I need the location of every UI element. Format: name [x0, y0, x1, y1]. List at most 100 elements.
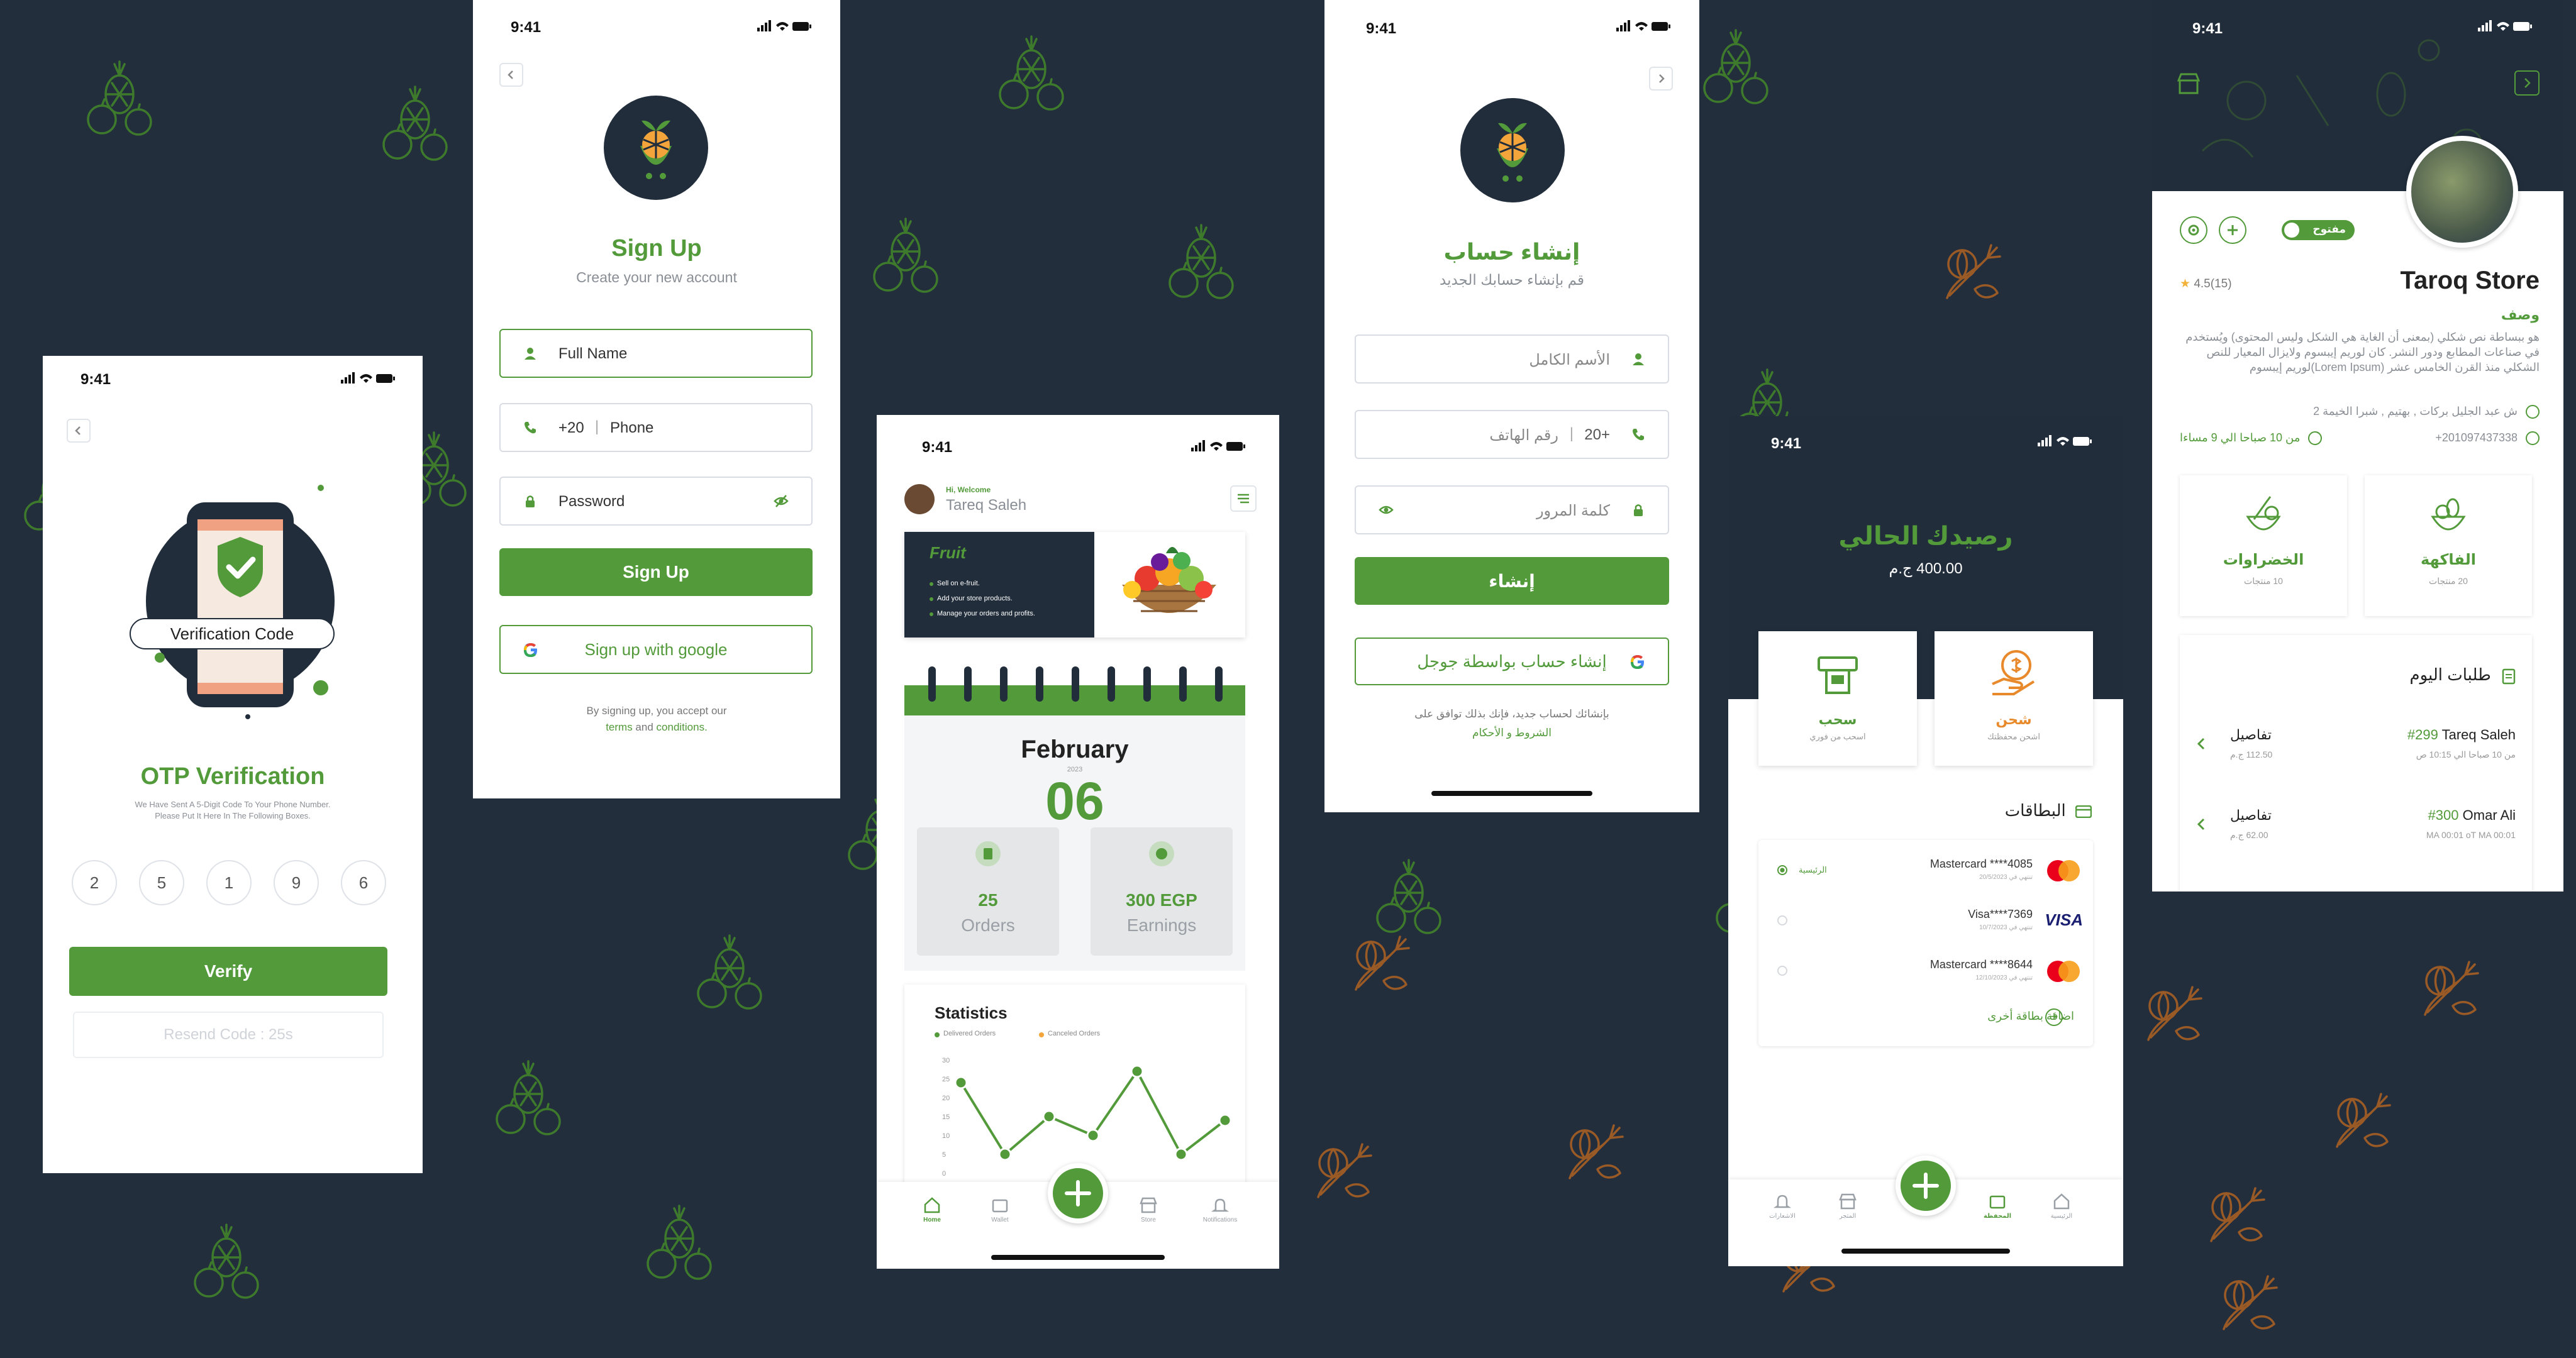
nav-home[interactable]: الرئيسية	[2036, 1192, 2087, 1220]
data-point[interactable]	[1130, 1064, 1144, 1078]
country-code[interactable]: +20	[1584, 426, 1610, 444]
data-point[interactable]	[1218, 1113, 1232, 1127]
menu-button[interactable]	[1230, 485, 1257, 512]
data-point[interactable]	[1086, 1129, 1100, 1142]
wallet-icon	[992, 1199, 1008, 1213]
data-point[interactable]	[1174, 1147, 1188, 1161]
promo-banner[interactable]: Fruit Sell on e-fruit. Add your store pr…	[904, 532, 1245, 638]
card-row[interactable]: VISA Visa****7369 تنتهي في 10/7/2023	[1758, 897, 2093, 944]
signal-wifi-battery-icon	[757, 20, 811, 31]
nav-notifications[interactable]: الاشعارات	[1757, 1192, 1807, 1220]
otp-digit-box[interactable]: 2	[72, 860, 117, 905]
verify-button[interactable]: Verify	[69, 947, 387, 996]
full-name-field[interactable]: الأسم الكامل	[1355, 334, 1669, 384]
data-point[interactable]	[954, 1076, 968, 1090]
signal-wifi-battery-icon	[341, 372, 395, 384]
add-card-plus-icon[interactable]: +	[2045, 1008, 2063, 1026]
order-details-link[interactable]: تفاصيل	[2230, 807, 2272, 824]
store-screen: 9:41 مفتوح Taroq Store ★ 4.5(15) وصف هو …	[2152, 0, 2563, 892]
otp-subtitle-line-1: We Have Sent A 5-Digit Code To Your Phon…	[135, 800, 331, 809]
nav-notifications[interactable]: Notifications	[1189, 1196, 1252, 1223]
eye-icon[interactable]	[1379, 503, 1394, 517]
card-radio[interactable]	[1777, 966, 1787, 976]
otp-digit-box[interactable]: 5	[139, 860, 184, 905]
country-code[interactable]: +20	[558, 419, 584, 437]
nav-store[interactable]: المتجر	[1823, 1192, 1873, 1220]
forward-button[interactable]	[2514, 70, 2540, 96]
data-point[interactable]	[1042, 1110, 1056, 1123]
nav-home-label: Home	[923, 1217, 941, 1223]
charge-card[interactable]: شحن اشحن محفظتك	[1935, 631, 2093, 766]
phone-field[interactable]: +20 | Phone	[499, 403, 813, 452]
add-fab[interactable]	[1048, 1163, 1108, 1223]
store-avatar[interactable]	[2406, 136, 2518, 248]
password-field[interactable]: Password	[499, 477, 813, 526]
status-bar: 9:41	[1728, 416, 2123, 460]
card-row[interactable]: Mastercard ****8644 تنتهي في 12/10/2023	[1758, 947, 2093, 995]
open-toggle[interactable]: مفتوح	[2282, 220, 2355, 240]
back-button[interactable]	[499, 63, 523, 87]
terms-ar-link[interactable]: الشروط و الأحكام	[1324, 727, 1699, 739]
store-icon[interactable]	[2176, 70, 2201, 96]
data-point[interactable]	[998, 1147, 1012, 1161]
chevron-left-icon[interactable]	[2192, 815, 2211, 834]
today-orders-card: طلبات اليوم #299 Tareq Saleh من 10 صباحا…	[2180, 635, 2532, 892]
calendar-ring	[1000, 666, 1008, 702]
google-signup-ar-button[interactable]: إنشاء حساب بواسطة جوجل	[1355, 638, 1669, 685]
promo-brand: Fruit	[930, 543, 966, 562]
category-card[interactable]: الخضراوات 10 منتجات	[2180, 475, 2347, 616]
mastercard-logo	[2047, 860, 2080, 881]
card-expiry: تنتهي في 10/7/2023	[1979, 924, 2033, 931]
calendar-card: February 2023 06 25 Orders 300 EGP Earni…	[904, 666, 1245, 971]
nav-store[interactable]: Store	[1123, 1196, 1174, 1223]
chevron-left-icon[interactable]	[2192, 734, 2211, 753]
conditions-link[interactable]: conditions.	[657, 721, 708, 733]
google-signup-button[interactable]: Sign up with google	[499, 625, 813, 674]
order-details-link[interactable]: تفاصيل	[2230, 727, 2272, 743]
promo-item: Add your store products.	[937, 595, 1013, 602]
terms-line: By signing up, you accept our	[586, 705, 727, 717]
nav-wallet[interactable]: المحفظة	[1972, 1192, 2023, 1220]
back-button[interactable]	[1649, 67, 1673, 91]
order-row[interactable]: #300 Omar Ali MA 00:01 oT MA 00:01 تفاصي…	[2180, 797, 2532, 860]
orders-stat-card[interactable]: 25 Orders	[917, 827, 1059, 956]
signal-wifi-battery-icon	[1191, 440, 1245, 451]
home-indicator	[1431, 791, 1592, 796]
y-tick-label: 30	[942, 1057, 950, 1064]
category-card[interactable]: الفاكهة 20 منتجات	[2365, 475, 2532, 616]
store-phone[interactable]: +201097437338	[2435, 431, 2518, 444]
mastercard-logo	[2047, 961, 2080, 982]
back-button[interactable]	[67, 419, 91, 443]
nav-wallet[interactable]: Wallet	[975, 1196, 1025, 1223]
charge-money-icon	[1992, 650, 2035, 695]
password-field[interactable]: كلمة المرور	[1355, 485, 1669, 534]
nav-home[interactable]: Home	[907, 1196, 957, 1223]
add-button[interactable]	[2219, 216, 2246, 244]
terms-link[interactable]: terms	[606, 721, 633, 733]
fruit-logo	[1460, 98, 1565, 202]
charge-sub: اشحن محفظتك	[1987, 732, 2040, 741]
withdraw-card[interactable]: سحب اسحب من فوري	[1758, 631, 1917, 766]
calendar-ring	[928, 666, 936, 702]
otp-digit-box[interactable]: 1	[206, 860, 252, 905]
order-header: #299 Tareq Saleh	[2407, 727, 2516, 743]
order-row[interactable]: #299 Tareq Saleh من 10 صباحا الي 10:15 ص…	[2180, 717, 2532, 780]
add-fab[interactable]	[1896, 1156, 1956, 1216]
calendar-ring	[1143, 666, 1151, 702]
card-radio[interactable]	[1777, 915, 1787, 925]
signup-button[interactable]: Sign Up	[499, 548, 813, 596]
settings-button[interactable]	[2180, 216, 2207, 244]
otp-digit-box[interactable]: 9	[274, 860, 319, 905]
earnings-stat-card[interactable]: 300 EGP Earnings	[1091, 827, 1233, 956]
otp-digit-box[interactable]: 6	[341, 860, 386, 905]
avatar[interactable]	[904, 484, 935, 514]
eye-off-icon[interactable]	[774, 494, 789, 508]
resend-code-button[interactable]: Resend Code : 25s	[73, 1012, 384, 1058]
phone-field[interactable]: +20 | رقم الهاتف	[1355, 410, 1669, 459]
full-name-field[interactable]: Full Name	[499, 329, 813, 378]
status-time: 9:41	[80, 371, 111, 388]
card-row[interactable]: Mastercard ****4085 تنتهي في 20/5/2023 ا…	[1758, 846, 2093, 894]
card-radio[interactable]	[1777, 865, 1787, 875]
signup-ar-button[interactable]: إنشاء	[1355, 557, 1669, 605]
signup-subtitle: Create your new account	[576, 269, 737, 285]
